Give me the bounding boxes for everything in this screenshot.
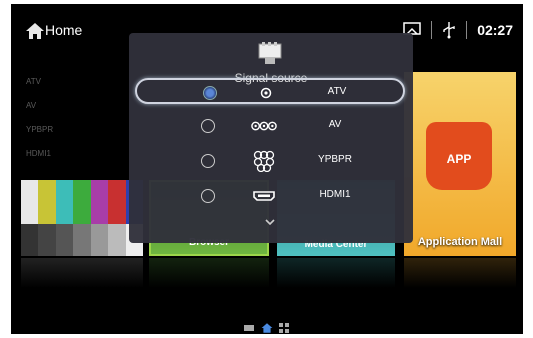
radio-button[interactable]: [201, 154, 215, 168]
status-area: 02:27: [403, 21, 513, 39]
source-item-ypbpr[interactable]: YPBPR: [135, 148, 405, 174]
tv-input-icon[interactable]: [243, 323, 255, 333]
app-mall-label: Application Mall: [417, 236, 503, 248]
gray-bars: [21, 224, 143, 256]
bg-list-item: AV: [26, 101, 37, 110]
bg-list-item: HDMI1: [26, 149, 51, 158]
source-item-hdmi1[interactable]: HDMI1: [135, 183, 405, 209]
divider: [431, 21, 433, 39]
source-item-av[interactable]: AV: [135, 113, 405, 139]
home-icon[interactable]: [25, 21, 45, 41]
apps-grid-icon[interactable]: [279, 323, 289, 333]
tile-reflection: [277, 258, 395, 288]
radio-button[interactable]: [201, 119, 215, 133]
divider: [466, 21, 468, 39]
app-badge-text: APP: [446, 152, 472, 166]
bg-list-item: YPBPR: [26, 125, 54, 134]
radio-button[interactable]: [201, 189, 215, 203]
input-source-icon: [258, 42, 282, 64]
tile-reflection: [21, 258, 143, 288]
source-label: HDMI1: [319, 189, 351, 200]
rca-jacks-icon: [251, 117, 277, 135]
source-item-atv[interactable]: ATV: [135, 78, 405, 104]
chevron-down-icon[interactable]: [264, 218, 276, 226]
tile-reflection: [404, 258, 516, 288]
tile-reflection: [149, 258, 269, 288]
tv-preview-tile[interactable]: [21, 180, 143, 256]
home-label[interactable]: Home: [45, 22, 82, 38]
bottom-dock: [243, 322, 289, 334]
application-mall-tile[interactable]: APP Application Mall: [404, 72, 516, 256]
clock: 02:27: [477, 22, 513, 38]
app-bag-icon: APP: [426, 122, 492, 190]
home-icon[interactable]: [261, 322, 273, 334]
antenna-jack-icon: [253, 84, 279, 102]
usb-icon: [443, 22, 455, 39]
source-label: YPBPR: [318, 154, 352, 165]
radio-button[interactable]: [203, 86, 217, 100]
hdmi-port-icon: [251, 187, 277, 205]
bg-list-item: ATV: [26, 77, 41, 86]
source-label: AV: [328, 119, 342, 130]
component-jacks-icon: [251, 150, 277, 172]
signal-source-dialog: Signal source ATV AV YPBPR HDMI1: [129, 33, 413, 243]
color-bars: [21, 180, 143, 224]
tv-screen: Home 02:27 ATV AV YPBPR HDMI1 Media Cent…: [11, 4, 523, 334]
source-label: ATV: [327, 86, 347, 97]
background-source-list: ATV AV YPBPR HDMI1: [26, 70, 53, 166]
